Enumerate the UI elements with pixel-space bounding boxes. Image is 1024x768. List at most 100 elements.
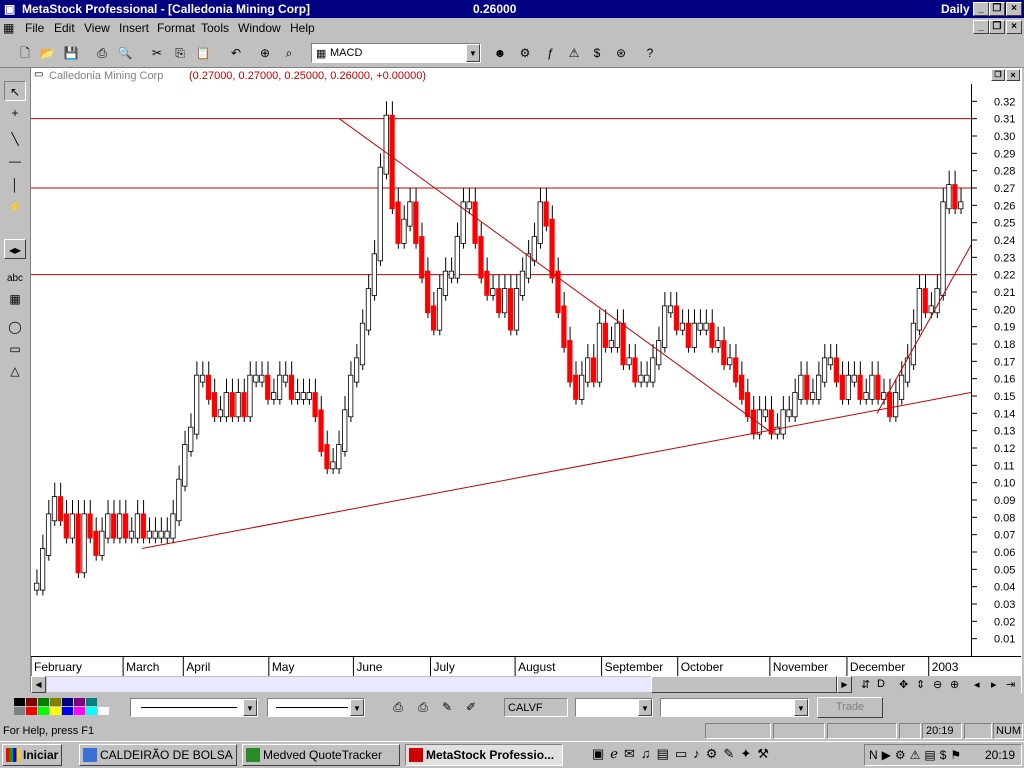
- price-bar[interactable]: [271, 378, 277, 405]
- price-bar[interactable]: [342, 396, 348, 457]
- trendline[interactable]: [876, 244, 971, 414]
- price-bar[interactable]: [442, 257, 449, 301]
- price-bar[interactable]: [644, 361, 650, 388]
- price-bar[interactable]: [51, 482, 58, 526]
- price-bar[interactable]: [804, 361, 810, 405]
- zoom-out-icon[interactable]: ⊖: [933, 678, 942, 691]
- price-bar[interactable]: [182, 430, 188, 492]
- price-bar[interactable]: [638, 361, 644, 388]
- price-bar[interactable]: [276, 361, 283, 405]
- monitor-icon[interactable]: ▭: [675, 746, 693, 761]
- price-bar[interactable]: [780, 396, 786, 440]
- price-bar[interactable]: [614, 309, 620, 353]
- quick-launch[interactable]: ▣ℯ✉♫▤▭♪⚙✎✦⚒: [592, 746, 775, 762]
- price-bar[interactable]: [383, 101, 389, 180]
- price-bar[interactable]: [93, 517, 99, 561]
- price-bar[interactable]: [596, 309, 603, 388]
- tools-icon[interactable]: ⚒: [757, 746, 775, 761]
- price-bar[interactable]: [63, 500, 69, 544]
- price-bar[interactable]: [294, 378, 300, 405]
- price-bar[interactable]: [887, 378, 893, 422]
- price-bar[interactable]: [502, 274, 508, 318]
- price-bar[interactable]: [934, 274, 940, 318]
- price-bar[interactable]: [875, 361, 881, 405]
- price-bar[interactable]: [851, 361, 857, 388]
- price-bar[interactable]: [608, 326, 614, 353]
- cut-icon[interactable]: ✂: [148, 44, 166, 62]
- price-bar[interactable]: [922, 274, 928, 318]
- price-bar[interactable]: [419, 222, 425, 284]
- trade-button[interactable]: Trade: [817, 697, 883, 718]
- price-bar[interactable]: [602, 309, 608, 353]
- price-bar[interactable]: [425, 257, 431, 318]
- price-bar[interactable]: [117, 500, 123, 544]
- price-bar[interactable]: [507, 274, 514, 336]
- price-bar[interactable]: [810, 378, 816, 405]
- price-bar[interactable]: [632, 344, 638, 388]
- chart-restore-button[interactable]: ❐: [991, 69, 1005, 81]
- price-bar[interactable]: [478, 222, 484, 284]
- start-button[interactable]: Iniciar: [2, 744, 62, 766]
- ellipse-tool-icon[interactable]: ◯: [4, 317, 26, 337]
- price-bar[interactable]: [916, 274, 922, 336]
- price-bar[interactable]: [353, 344, 360, 388]
- price-bar[interactable]: [401, 205, 407, 249]
- price-bar[interactable]: [940, 188, 946, 301]
- pen-icon[interactable]: ✎: [723, 746, 740, 761]
- menu-edit[interactable]: Edit: [54, 21, 75, 35]
- price-bar[interactable]: [259, 361, 265, 388]
- price-bar[interactable]: [727, 344, 733, 370]
- outlook-icon[interactable]: ✉: [624, 746, 641, 761]
- price-bar[interactable]: [774, 413, 780, 440]
- price-chart[interactable]: [31, 84, 971, 656]
- price-bar[interactable]: [798, 361, 804, 405]
- price-bar[interactable]: [199, 361, 206, 388]
- price-bar[interactable]: [466, 188, 472, 214]
- compress-icon[interactable]: ⇕: [916, 678, 925, 691]
- price-bar[interactable]: [152, 517, 158, 544]
- chevron-down-icon[interactable]: ▼: [638, 699, 652, 716]
- scroll-track[interactable]: [47, 677, 651, 692]
- new-icon[interactable]: 🗋: [16, 44, 34, 62]
- symbol-field[interactable]: CALVF: [504, 698, 568, 717]
- price-bar[interactable]: [377, 153, 383, 266]
- zoom-icon[interactable]: ⌕: [280, 44, 298, 62]
- menu-file[interactable]: File: [25, 21, 44, 35]
- save-icon[interactable]: 💾: [62, 44, 80, 62]
- price-bar[interactable]: [958, 188, 964, 214]
- price-bar[interactable]: [217, 396, 223, 422]
- price-bar[interactable]: [75, 500, 81, 578]
- price-bar[interactable]: [318, 396, 324, 457]
- ie-icon[interactable]: ℯ: [610, 746, 624, 761]
- price-bar[interactable]: [910, 309, 917, 370]
- price-bar[interactable]: [34, 569, 40, 596]
- chevron-down-icon[interactable]: ▼: [243, 699, 257, 716]
- triangle-tool-icon[interactable]: △: [4, 361, 26, 381]
- menu-tools[interactable]: Tools: [201, 21, 229, 35]
- price-bar[interactable]: [821, 344, 828, 388]
- snapshot-icon[interactable]: ✎: [438, 698, 456, 716]
- undo-icon[interactable]: ↶: [227, 44, 245, 62]
- system-tester-icon[interactable]: ⚠: [565, 44, 583, 62]
- account-select[interactable]: ▼: [660, 698, 809, 717]
- price-bar[interactable]: [579, 361, 585, 405]
- chevron-down-icon[interactable]: ▼: [794, 699, 808, 716]
- price-bar[interactable]: [205, 361, 212, 405]
- price-bar[interactable]: [513, 274, 520, 336]
- price-bar[interactable]: [324, 430, 330, 474]
- price-bar[interactable]: [833, 344, 840, 388]
- price-bar[interactable]: [721, 326, 727, 370]
- cross-tool-icon[interactable]: +: [4, 103, 26, 123]
- price-bar[interactable]: [454, 222, 460, 284]
- price-bar[interactable]: [792, 378, 798, 422]
- chevron-down-icon[interactable]: ▼: [350, 699, 364, 716]
- minimize-button[interactable]: _: [973, 2, 989, 16]
- daily-icon[interactable]: D: [877, 678, 885, 690]
- price-bar[interactable]: [253, 361, 259, 388]
- price-bar[interactable]: [247, 361, 253, 422]
- price-bar[interactable]: [460, 188, 466, 249]
- task-metastock[interactable]: MetaStock Professio...: [405, 744, 563, 766]
- prev-icon[interactable]: ◂: [974, 678, 980, 691]
- task-caldeirao[interactable]: CALDEIRÃO DE BOLSA ...: [79, 744, 237, 766]
- price-bar[interactable]: [898, 361, 905, 405]
